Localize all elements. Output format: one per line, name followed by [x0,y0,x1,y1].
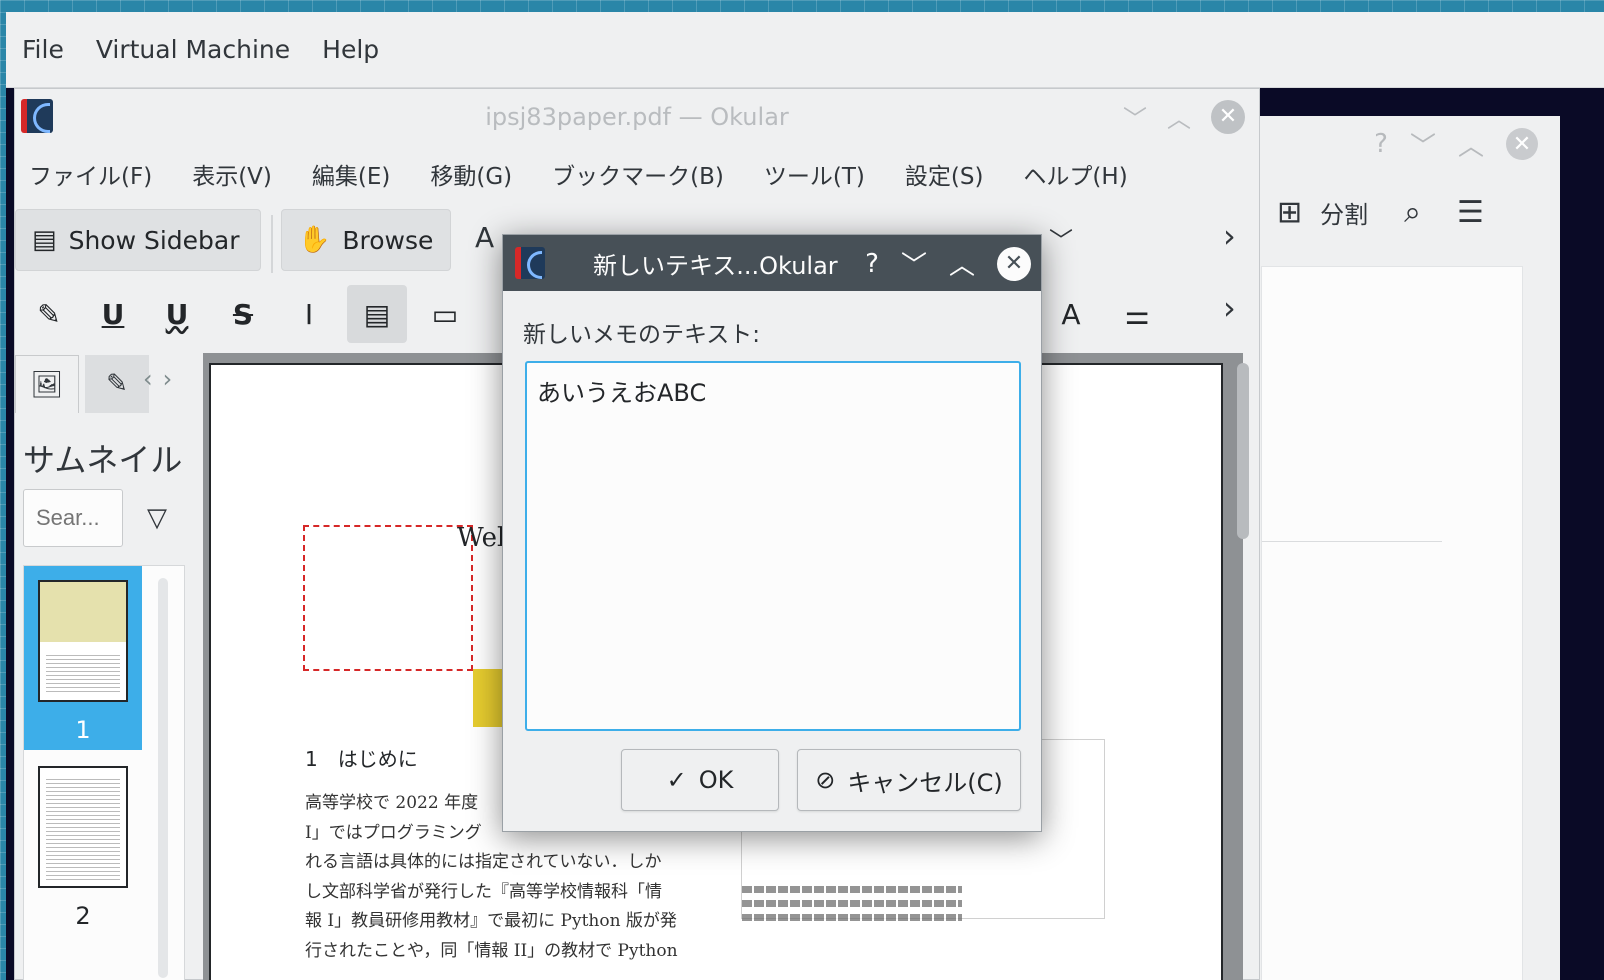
thumbnail-search-input[interactable] [23,489,123,547]
divider [1262,541,1442,542]
sidebar-tab-scroll-arrows[interactable]: ‹› [143,365,182,393]
background-window-titlebar: ? ﹀ ︿ ✕ [1241,116,1560,172]
background-window-content [1261,266,1523,980]
close-icon[interactable]: ✕ [1506,128,1538,160]
checkmark-icon: ✓ [666,766,687,794]
dialog-titlebar: 新しいテキス...Okular ? ﹀ ︿ ✕ [503,235,1041,291]
menu-help[interactable]: ヘルプ(H) [1023,157,1127,191]
note-text-label: 新しいメモのテキスト: [523,322,761,348]
browse-button[interactable]: ✋ Browse [281,209,451,271]
squiggle-icon[interactable]: U [147,285,207,343]
show-sidebar-label: Show Sidebar [68,225,240,255]
sidebar-title: サムネイル [23,441,183,479]
help-icon[interactable]: ? [1374,129,1388,159]
dialog-title: 新しいテキス...Okular [593,251,838,280]
thumbnail-number: 2 [75,902,91,930]
vm-menubar: File Virtual Machine Help [6,12,1604,88]
toolbar-overflow-icon[interactable]: › [1223,289,1236,327]
strikeout-icon[interactable]: S [213,285,273,343]
inline-note-icon[interactable]: ▤ [347,285,407,343]
minimize-icon[interactable]: ﹀ [1410,126,1436,163]
okular-logo-icon [515,247,545,279]
menu-view[interactable]: 表示(V) [192,157,272,191]
body-line: 報 I」教員研修用教材』で最初に Python 版が発 [305,911,677,931]
pen-icon: ✎ [106,369,128,399]
okular-logo-icon [21,99,53,133]
browse-label: Browse [342,225,434,255]
show-sidebar-button[interactable]: ▤ Show Sidebar [15,209,261,271]
cancel-icon: ⊘ [815,766,836,794]
vm-menu-help[interactable]: Help [322,35,379,64]
okular-titlebar: ipsj83paper.pdf — Okular ﹀ ︿ ✕ [15,89,1259,145]
menu-settings[interactable]: 設定(S) [905,157,984,191]
maximize-icon[interactable]: ︿ [1458,126,1484,163]
background-window-toolbar: ⊞ 分割 ⌕ ☰ [1241,172,1560,252]
tab-thumbnails[interactable]: 🖼 [15,355,79,413]
document-scrollbar[interactable] [1237,363,1249,539]
sidebar: 🖼 ✎ ‹› サムネイル ▽ 1 2 [15,355,199,980]
note-text-input[interactable]: あいうえおABC [525,361,1021,731]
body-line: れる言語は具体的には指定されていない．しか [305,852,662,872]
ok-button[interactable]: ✓ OK [621,749,779,811]
popup-note-icon[interactable]: ▭ [415,285,475,343]
vm-menu-virtual-machine[interactable]: Virtual Machine [96,35,290,64]
menu-bookmarks[interactable]: ブックマーク(B) [552,157,724,191]
body-line: 行されたことや，同「情報 II」の教材で Python [305,940,678,961]
highlighter-icon[interactable]: ✎ [19,285,79,343]
annotation-settings-icon[interactable]: ⚌ [1107,285,1167,343]
underline-icon[interactable]: U [83,285,143,343]
menu-tools[interactable]: ツール(T) [764,157,865,191]
thumbnail-scrollbar[interactable] [158,578,168,978]
toolbar-separator [271,215,273,273]
close-icon[interactable]: ✕ [1211,99,1245,134]
background-window: ? ﹀ ︿ ✕ ⊞ 分割 ⌕ ☰ [1240,116,1560,980]
text-selection-tool[interactable]: A [475,221,494,254]
cancel-button[interactable]: ⊘ キャンセル(C) [797,749,1021,811]
thumbnail-page-2[interactable] [38,766,128,888]
thumbnail-number: 1 [75,716,91,744]
maximize-icon[interactable]: ︿ [949,245,975,282]
minimize-icon[interactable]: ﹀ [901,245,927,282]
image-icon: 🖼 [30,369,64,400]
new-note-dialog: 新しいテキス...Okular ? ﹀ ︿ ✕ 新しいメモのテキスト: あいうえ… [502,234,1042,832]
menu-file[interactable]: ファイル(F) [29,157,152,191]
ok-label: OK [698,766,734,794]
annotation-placeholder-box [303,525,473,671]
split-view-icon[interactable]: ⊞ [1277,195,1302,230]
filter-icon[interactable]: ▽ [147,503,167,533]
okular-menubar: ファイル(F) 表示(V) 編集(E) 移動(G) ブックマーク(B) ツール(… [15,145,1259,203]
window-controls: ﹀ ︿ ✕ [1123,99,1245,134]
split-label[interactable]: 分割 [1320,195,1368,230]
search-icon[interactable]: ⌕ [1404,195,1421,230]
sidebar-icon: ▤ [32,225,57,255]
hamburger-menu-icon[interactable]: ☰ [1457,195,1484,230]
vm-menu-file[interactable]: File [22,35,64,64]
page-section-heading: 1 はじめに [305,747,418,771]
thumbnail-list: 1 2 [23,565,185,980]
body-line: し文部科学省が発行した『高等学校情報科「情 [305,881,662,902]
close-icon[interactable]: ✕ [997,246,1031,281]
minimize-icon[interactable]: ﹀ [1123,99,1147,134]
toolbar-overflow-icon[interactable]: › [1223,217,1236,255]
chevron-down-icon[interactable]: ﹀ [1049,221,1073,256]
window-title: ipsj83paper.pdf — Okular [485,103,789,131]
typewriter-icon[interactable]: I [279,285,339,343]
maximize-icon[interactable]: ︿ [1167,99,1191,134]
help-icon[interactable]: ? [865,249,879,279]
thumbnail-page-1[interactable] [38,580,128,702]
menu-edit[interactable]: 編集(E) [312,157,390,191]
font-icon[interactable]: A [1041,285,1101,343]
cancel-label: キャンセル(C) [847,768,1003,797]
sidebar-tabs: 🖼 ✎ ‹› [15,355,199,415]
tab-annotations[interactable]: ✎ [85,355,149,413]
dialog-window-controls: ? ﹀ ︿ ✕ [865,245,1031,282]
menu-go[interactable]: 移動(G) [430,157,512,191]
hand-icon: ✋ [298,225,331,255]
